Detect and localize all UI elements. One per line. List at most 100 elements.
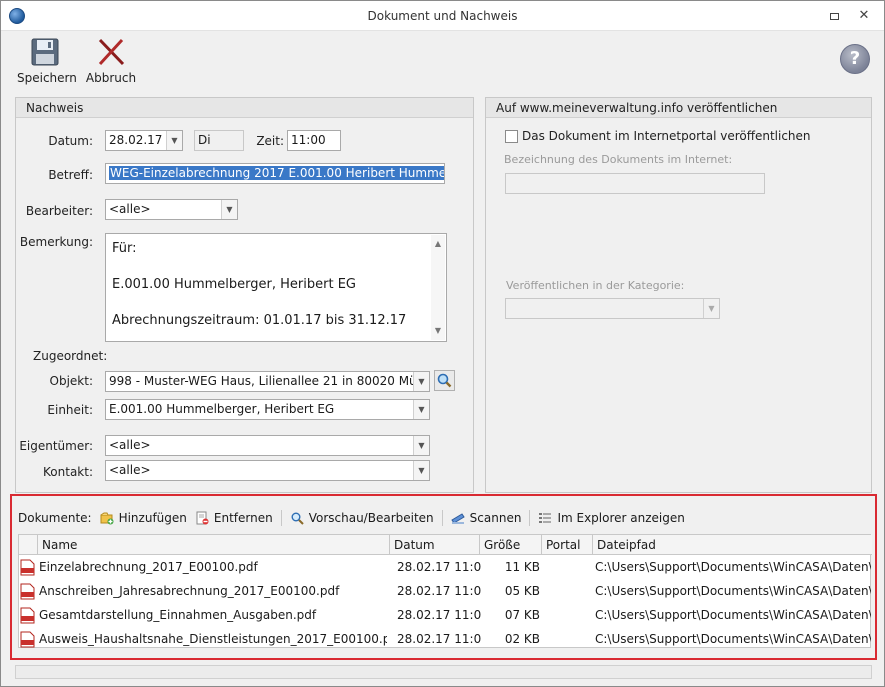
cell-datum: 28.02.17 11:00	[397, 632, 481, 646]
kategorie-select[interactable]: ▼	[505, 298, 720, 319]
chevron-down-icon[interactable]: ▼	[703, 299, 719, 318]
table-row[interactable]: Gesamtdarstellung_Einnahmen_Ausgaben.pdf…	[19, 604, 872, 628]
documents-label: Dokumente:	[18, 511, 92, 525]
chevron-down-icon[interactable]: ▼	[413, 400, 429, 419]
chevron-down-icon[interactable]: ▼	[221, 200, 237, 219]
cell-name: Gesamtdarstellung_Einnahmen_Ausgaben.pdf	[39, 608, 317, 622]
cell-dateipfad: C:\Users\Support\Documents\WinCASA\Daten…	[595, 608, 871, 622]
restore-button[interactable]	[827, 9, 841, 23]
cell-dateipfad: C:\Users\Support\Documents\WinCASA\Daten…	[595, 632, 871, 646]
table-header: Name Datum Größe Portal Dateipfad	[19, 535, 872, 555]
header-icon-column	[19, 535, 38, 555]
column-header-groesse[interactable]: Größe	[480, 535, 542, 555]
pdf-file-icon	[20, 583, 35, 600]
bezeichnung-label: Bezeichnung des Dokuments im Internet:	[504, 153, 733, 166]
chevron-down-icon[interactable]: ▼	[413, 436, 429, 455]
help-icon: ?	[849, 48, 861, 69]
add-document-button[interactable]: Hinzufügen	[100, 511, 187, 525]
table-row[interactable]: Einzelabrechnung_2017_E00100.pdf 28.02.1…	[19, 556, 872, 580]
cell-groesse: 02 KB	[504, 632, 540, 646]
nachweis-group: Nachweis Datum: 28.02.17 ▼ Di Zeit: 11:0…	[15, 97, 474, 493]
status-bar	[15, 665, 872, 679]
chevron-up-icon[interactable]: ▲	[431, 237, 445, 251]
objekt-label: Objekt:	[49, 374, 93, 388]
publish-checkbox-label[interactable]: Das Dokument im Internetportal veröffent…	[522, 129, 811, 143]
window-title: Dokument und Nachweis	[367, 9, 518, 23]
objekt-search-button[interactable]	[434, 370, 455, 391]
scan-label: Scannen	[469, 511, 522, 525]
cell-name: Anschreiben_Jahresabrechnung_2017_E00100…	[39, 584, 340, 598]
close-button[interactable]: ✕	[857, 9, 871, 23]
preview-edit-label: Vorschau/Bearbeiten	[308, 511, 434, 525]
column-header-datum[interactable]: Datum	[390, 535, 480, 555]
betreff-label: Betreff:	[48, 168, 93, 182]
portal-heading: Auf www.meineverwaltung.info veröffentli…	[486, 98, 871, 118]
betreff-input[interactable]: WEG-Einzelabrechnung 2017 E.001.00 Herib…	[105, 163, 445, 184]
einheit-label: Einheit:	[47, 403, 93, 417]
toolbar-divider	[280, 510, 282, 526]
eigentuemer-label: Eigentümer:	[19, 439, 93, 453]
close-icon: ✕	[858, 8, 870, 23]
documents-label-text: Dokumente:	[18, 511, 92, 525]
cell-datum: 28.02.17 11:00	[397, 560, 481, 574]
chevron-down-icon[interactable]: ▼	[166, 131, 182, 150]
preview-edit-button[interactable]: Vorschau/Bearbeiten	[290, 511, 434, 525]
remove-document-label: Entfernen	[213, 511, 273, 525]
weekday-field: Di	[194, 130, 244, 151]
eigentuemer-value: <alle>	[109, 438, 151, 452]
kontakt-value: <alle>	[109, 463, 151, 477]
chevron-down-icon[interactable]: ▼	[431, 324, 445, 338]
datum-picker[interactable]: 28.02.17 ▼	[105, 130, 183, 151]
cell-name: Einzelabrechnung_2017_E00100.pdf	[39, 560, 258, 574]
kontakt-select[interactable]: <alle> ▼	[105, 460, 430, 481]
list-view-icon	[539, 513, 552, 523]
main-toolbar: Speichern Abbruch	[1, 32, 884, 90]
remove-document-button[interactable]: Entfernen	[195, 511, 273, 525]
help-button[interactable]: ?	[840, 44, 870, 74]
zugeordnet-label: Zugeordnet:	[33, 349, 108, 363]
zeit-label: Zeit:	[256, 134, 284, 148]
eigentuemer-select[interactable]: <alle> ▼	[105, 435, 430, 456]
publish-checkbox[interactable]	[505, 130, 518, 143]
einheit-value: E.001.00 Hummelberger, Heribert EG	[109, 402, 335, 416]
cell-datum: 28.02.17 11:00	[397, 608, 481, 622]
floppy-disk-icon	[29, 36, 61, 68]
bemerkung-line: E.001.00 Hummelberger, Heribert EG	[112, 277, 356, 292]
datum-value: 28.02.17	[109, 133, 163, 147]
pdf-file-icon	[20, 631, 35, 648]
cell-dateipfad: C:\Users\Support\Documents\WinCASA\Daten…	[595, 584, 871, 598]
datum-label: Datum:	[48, 134, 93, 148]
show-in-explorer-button[interactable]: Im Explorer anzeigen	[538, 511, 685, 525]
save-button[interactable]: Speichern	[17, 36, 77, 85]
cell-name: Ausweis_Haushaltsnahe_Dienstleistungen_2…	[39, 632, 387, 646]
save-label: Speichern	[17, 71, 77, 85]
cell-groesse: 07 KB	[504, 608, 540, 622]
bemerkung-textarea[interactable]: Für: E.001.00 Hummelberger, Heribert EG …	[105, 233, 447, 342]
cell-groesse: 05 KB	[504, 584, 540, 598]
bezeichnung-input[interactable]	[505, 173, 765, 194]
zeit-input[interactable]: 11:00	[287, 130, 341, 151]
bemerkung-label: Bemerkung:	[19, 235, 93, 249]
cell-dateipfad: C:\Users\Support\Documents\WinCASA\Daten…	[595, 560, 871, 574]
pdf-file-icon	[20, 559, 35, 576]
nachweis-heading: Nachweis	[16, 98, 473, 118]
chevron-down-icon[interactable]: ▼	[413, 372, 429, 391]
einheit-select[interactable]: E.001.00 Hummelberger, Heribert EG ▼	[105, 399, 430, 420]
bearbeiter-select[interactable]: <alle> ▼	[105, 199, 238, 220]
column-header-portal[interactable]: Portal	[542, 535, 593, 555]
cancel-button[interactable]: Abbruch	[85, 36, 137, 85]
cancel-label: Abbruch	[85, 71, 137, 85]
show-in-explorer-label: Im Explorer anzeigen	[557, 511, 685, 525]
folder-add-icon	[100, 512, 114, 525]
column-header-name[interactable]: Name	[38, 535, 390, 555]
toolbar-divider	[441, 510, 443, 526]
pdf-file-icon	[20, 607, 35, 624]
kontakt-label: Kontakt:	[43, 465, 93, 479]
table-row[interactable]: Ausweis_Haushaltsnahe_Dienstleistungen_2…	[19, 628, 872, 652]
table-row[interactable]: Anschreiben_Jahresabrechnung_2017_E00100…	[19, 580, 872, 604]
column-header-dateipfad[interactable]: Dateipfad	[593, 535, 872, 555]
chevron-down-icon[interactable]: ▼	[413, 461, 429, 480]
scan-button[interactable]: Scannen	[450, 511, 522, 525]
bemerkung-scrollbar[interactable]: ▲ ▼	[431, 235, 445, 340]
objekt-select[interactable]: 998 - Muster-WEG Haus, Lilienallee 21 in…	[105, 371, 430, 392]
